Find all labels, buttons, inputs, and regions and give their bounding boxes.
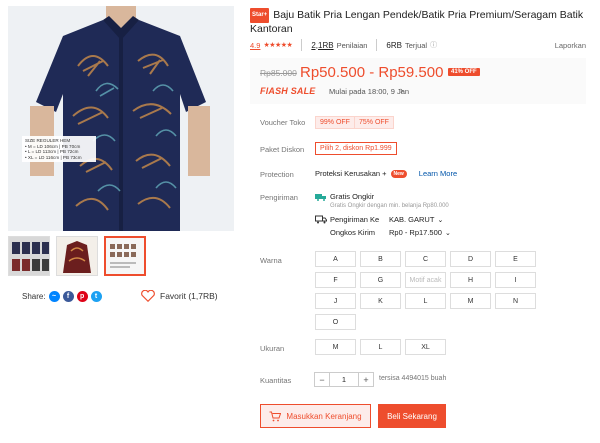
reviews-label: Penilaian — [336, 40, 368, 50]
color-option[interactable]: M — [450, 293, 491, 309]
voucher-label: Voucher Toko — [260, 118, 306, 127]
buy-now-button[interactable]: Beli Sekarang — [378, 404, 446, 428]
shipping-label: Pengiriman — [260, 193, 298, 202]
size-label: Ukuran — [260, 344, 285, 353]
thumbnail-strip — [8, 236, 146, 276]
color-option[interactable]: J — [315, 293, 356, 309]
color-option[interactable]: B — [360, 251, 401, 267]
ship-to-selector[interactable]: KAB. GARUT ⌄ — [389, 215, 443, 224]
rating-stars: ★★★★★ — [263, 42, 293, 49]
share-label: Share: — [22, 292, 46, 301]
ship-to-value: KAB. GARUT — [389, 215, 435, 224]
quantity-stepper: − 1 + — [314, 372, 374, 387]
thumbnail-3[interactable] — [104, 236, 146, 276]
favorite-label: Favorit (1,7RB) — [160, 291, 218, 301]
color-option[interactable]: N — [495, 293, 536, 309]
product-title: Star+ Baju Batik Pria Lengan Pendek/Batik… — [250, 8, 585, 36]
color-option[interactable]: C — [405, 251, 446, 267]
size-option[interactable]: XL — [405, 339, 446, 355]
quantity-label: Kuantitas — [260, 376, 292, 385]
color-label: Warna — [260, 256, 282, 265]
heart-icon — [141, 290, 155, 302]
shipping-cost-selector[interactable]: Rp0 - Rp17.500 ⌄ — [389, 228, 451, 237]
messenger-icon[interactable]: ~ — [48, 291, 60, 302]
chevron-down-icon: ⌄ — [437, 216, 444, 224]
rating-score[interactable]: 4.9 — [250, 41, 260, 50]
free-shipping-text: Gratis Ongkir — [330, 192, 375, 201]
color-option[interactable]: F — [315, 272, 356, 288]
color-option[interactable]: H — [450, 272, 491, 288]
truck-icon — [315, 215, 327, 224]
product-title-text: Baju Batik Pria Lengan Pendek/Batik Pria… — [250, 9, 584, 35]
new-badge: New — [390, 169, 407, 178]
bundle-deal-chip[interactable]: Pilih 2, diskon Rp1.999 — [315, 142, 397, 155]
flash-sale-time: Mulai pada 18:00, 9 Jan — [329, 87, 410, 96]
thumbnail-2[interactable] — [56, 236, 98, 276]
info-icon[interactable]: ⓘ — [430, 40, 437, 50]
color-option[interactable]: O — [315, 314, 356, 330]
price-range: Rp50.500 - Rp59.500 — [300, 64, 444, 81]
free-shipping-sub: Gratis Ongkir dengan min. belanja Rp80.0… — [330, 203, 449, 209]
learn-more-link[interactable]: Learn More — [419, 169, 457, 178]
facebook-icon[interactable]: f — [62, 291, 74, 302]
main-product-image[interactable]: SIZE REGULER HEM • M = LD 106cm | PB 70c… — [8, 6, 234, 231]
color-option[interactable]: A — [315, 251, 356, 267]
chevron-down-icon: ⌄ — [444, 229, 451, 237]
protection-row: Proteksi Kerusakan + New Learn More — [315, 169, 457, 178]
favorite-button[interactable]: Favorit (1,7RB) — [141, 290, 218, 302]
size-option[interactable]: M — [315, 339, 356, 355]
size-note-line: • XL = LD 116cm | PB 73cm — [25, 154, 82, 160]
voucher-chip[interactable]: 75% OFF — [354, 116, 394, 129]
cart-icon — [269, 411, 282, 421]
color-option[interactable]: I — [495, 272, 536, 288]
sold-label: Terjual — [404, 40, 428, 50]
protection-value: Proteksi Kerusakan + — [315, 169, 387, 178]
sold-count: 6RB — [386, 40, 402, 50]
shipping-cost-value: Rp0 - Rp17.500 — [389, 228, 442, 237]
voucher-chip[interactable]: 99% OFF — [315, 116, 355, 129]
thumbnail-1[interactable] — [8, 236, 50, 276]
color-option[interactable]: D — [450, 251, 491, 267]
flash-sale-label: FlASH SALE — [260, 86, 316, 96]
divider — [376, 39, 378, 51]
protection-label: Protection — [260, 170, 294, 179]
reviews-count[interactable]: 2,1RB — [311, 41, 333, 50]
quantity-input[interactable]: 1 — [330, 372, 358, 387]
ship-to-label: Pengiriman Ke — [330, 215, 380, 224]
rating-row: 4.9 ★★★★★ 2,1RB Penilaian 6RB Terjual ⓘ … — [250, 39, 586, 51]
free-shipping-icon — [315, 193, 326, 201]
discount-badge: 41% OFF — [448, 68, 480, 76]
size-chart-note: SIZE REGULER HEM • M = LD 106cm | PB 70c… — [22, 136, 96, 163]
color-option[interactable]: K — [360, 293, 401, 309]
increment-button[interactable]: + — [358, 372, 374, 387]
color-option-disabled: Motif acak — [405, 272, 446, 288]
free-shipping: Gratis Ongkir — [315, 192, 374, 201]
pinterest-icon[interactable]: p — [76, 291, 88, 302]
stock-info: tersisa 4494015 buah — [379, 375, 447, 382]
star-plus-badge: Star+ — [250, 8, 270, 23]
color-option[interactable]: L — [405, 293, 446, 309]
shipping-cost-label: Ongkos Kirim — [330, 228, 376, 237]
divider — [301, 39, 303, 51]
bundle-label: Paket Diskon — [260, 145, 305, 154]
add-to-cart-button[interactable]: Masukkan Keranjang — [260, 404, 371, 428]
color-option[interactable]: G — [360, 272, 401, 288]
ship-to-row: Pengiriman Ke — [315, 215, 379, 224]
chevron-right-icon[interactable]: › — [400, 85, 403, 95]
share-row: Share: ~ f p t — [22, 291, 102, 302]
twitter-icon[interactable]: t — [90, 291, 102, 302]
decrement-button[interactable]: − — [314, 372, 330, 387]
size-option[interactable]: L — [360, 339, 401, 355]
report-link[interactable]: Laporkan — [555, 41, 586, 50]
original-price: Rp85.000 — [260, 68, 297, 78]
color-option[interactable]: E — [495, 251, 536, 267]
price-box: Rp85.000 Rp50.500 - Rp59.500 41% OFF FlA… — [250, 58, 586, 104]
add-to-cart-label: Masukkan Keranjang — [286, 411, 362, 421]
